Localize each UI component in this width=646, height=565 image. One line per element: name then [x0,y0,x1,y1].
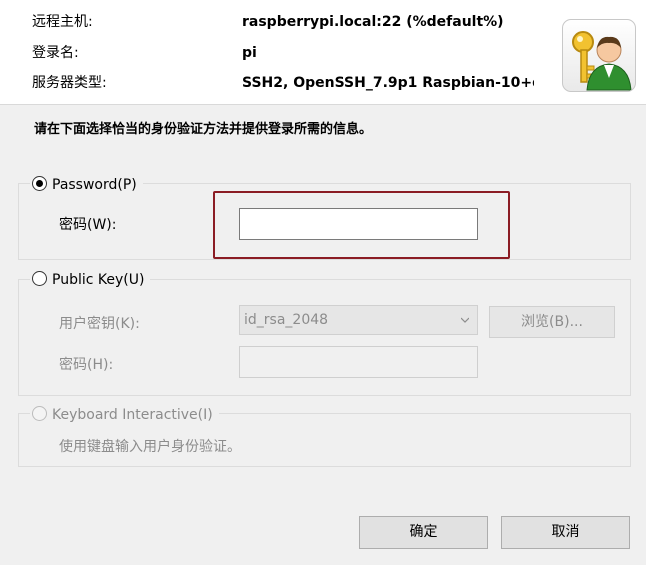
cancel-button-label: 取消 [551,524,580,540]
server-type-value: SSH2, OpenSSH_7.9p1 Raspbian-10+deb10u2 [242,75,534,91]
password-field-label: 密码(W): [59,217,117,233]
password-radio[interactable]: Password(P) [30,174,143,196]
pubkey-radio-label: Public Key(U) [52,272,145,288]
user-key-label: 用户密钥(K): [59,316,140,332]
radio-disabled-icon [32,406,47,421]
key-user-icon [562,19,636,92]
cancel-button[interactable]: 取消 [501,516,630,549]
login-name-value: pi [242,45,257,61]
passphrase-input[interactable] [239,346,478,378]
keyboard-description: 使用键盘输入用户身份验证。 [59,439,241,455]
login-name-label: 登录名: [32,45,79,61]
user-key-select-value: id_rsa_2048 [244,312,329,328]
browse-button[interactable]: 浏览(B)... [489,306,615,338]
instruction-text: 请在下面选择恰当的身份验证方法并提供登录所需的信息。 [34,122,373,137]
password-radio-label: Password(P) [52,177,137,193]
password-highlight-box [213,191,510,259]
radio-unselected-icon [32,271,47,286]
ok-button[interactable]: 确定 [359,516,488,549]
keyboard-radio[interactable]: Keyboard Interactive(I) [30,404,219,426]
user-key-select[interactable]: id_rsa_2048 [239,305,478,335]
browse-button-label: 浏览(B)... [521,314,583,330]
remote-host-value: raspberrypi.local:22 (%default%) [242,14,504,30]
radio-selected-icon [32,176,47,191]
pubkey-radio[interactable]: Public Key(U) [30,269,151,291]
server-type-label: 服务器类型: [32,75,107,91]
passphrase-label: 密码(H): [59,357,114,373]
chevron-down-icon [461,317,469,323]
ok-button-label: 确定 [409,524,438,540]
remote-host-label: 远程主机: [32,14,93,30]
dialog-header: 远程主机: raspberrypi.local:22 (%default%) 登… [0,0,646,105]
keyboard-radio-label: Keyboard Interactive(I) [52,407,213,423]
